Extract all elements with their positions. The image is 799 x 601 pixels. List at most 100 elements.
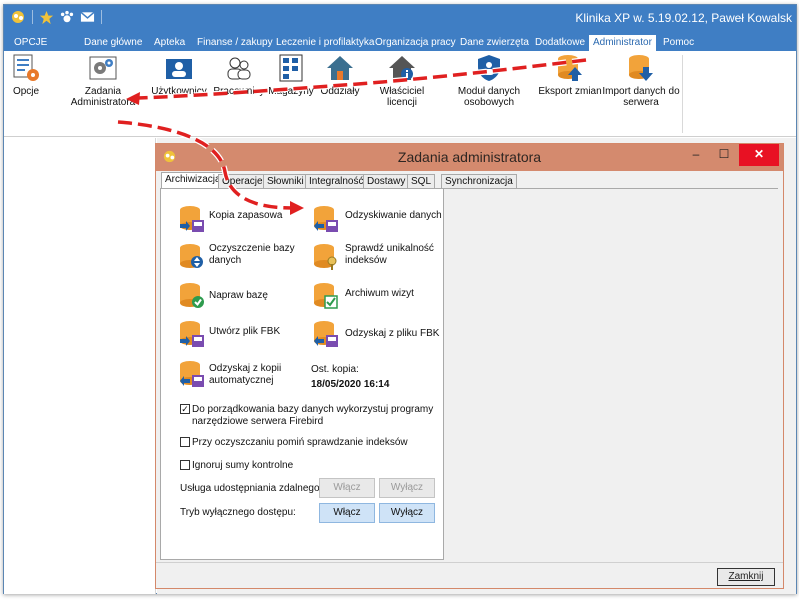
ribbon: Opcje Zadania Administratora Użytkownicy…: [4, 51, 796, 137]
tab-synchronizacja[interactable]: Synchronizacja: [441, 174, 517, 189]
menu-bar: OPCJE Dane główne Apteka Finanse / zakup…: [4, 33, 796, 51]
odzyskaj-z-pliku-fbk-action[interactable]: Odzyskaj z pliku FBK: [345, 328, 439, 340]
last-copy-value: 18/05/2020 16:14: [311, 379, 390, 390]
exclusive-disable-button[interactable]: Wyłącz: [379, 503, 435, 523]
pracownicy-label: Pracownicy: [213, 86, 265, 97]
modul-label-line1: Moduł danych: [457, 86, 521, 97]
database-archive-icon[interactable]: [311, 281, 341, 311]
import-label-line2: serwera: [623, 97, 659, 108]
close-icon[interactable]: ✕: [739, 144, 779, 166]
left-pane: [4, 138, 156, 594]
ignoruj-sumy-checkbox[interactable]: Ignoruj sumy kontrolne: [180, 460, 440, 472]
remote-enable-button[interactable]: Włącz: [319, 478, 375, 498]
kopia-zapasowa-action[interactable]: Kopia zapasowa: [209, 210, 282, 222]
odzyskaj-z-kopii-automatycznej-action[interactable]: Odzyskaj z kopii automatycznej: [209, 363, 281, 387]
remote-disable-button[interactable]: Wyłącz: [379, 478, 435, 498]
menu-apteka[interactable]: Apteka: [150, 35, 189, 51]
zadania-label-line1: Zadania: [84, 86, 122, 97]
tab-slowniki[interactable]: Słowniki: [263, 174, 308, 189]
minimize-button[interactable]: –: [683, 144, 709, 166]
close-button[interactable]: Zamknij: [717, 568, 775, 586]
utworz-plik-fbk-action[interactable]: Utwórz plik FBK: [209, 326, 280, 338]
import-label-line1: Import danych do: [602, 86, 680, 97]
sprawdz-line2: indeksów: [345, 255, 387, 266]
database-backup-icon[interactable]: [177, 204, 207, 234]
firebird-checkbox[interactable]: ✓ Do porządkowania bazy danych wykorzyst…: [180, 404, 440, 428]
restore-auto-icon[interactable]: [177, 359, 207, 389]
opcje-label: Opcje: [12, 86, 40, 97]
last-copy-label: Ost. kopia:: [311, 364, 359, 375]
ignoruj-sumy-label: Ignoruj sumy kontrolne: [192, 460, 294, 471]
oddzialy-button[interactable]: Oddziały: [316, 53, 364, 97]
remote-sharing-label: Usługa udostępniania zdalnego:: [180, 483, 323, 494]
oczyszczenie-line2: danych: [209, 255, 242, 266]
create-fbk-icon[interactable]: [177, 319, 207, 349]
firebird-label-line1: Do porządkowania bazy danych wykorzystuj…: [192, 404, 434, 415]
pomin-indeksy-checkbox-box[interactable]: [180, 437, 190, 447]
menu-finanse[interactable]: Finanse / zakupy: [193, 35, 277, 51]
oddzialy-label: Oddziały: [320, 86, 360, 97]
menu-dane-glowne[interactable]: Dane główne: [80, 35, 146, 51]
exclusive-enable-button[interactable]: Włącz: [319, 503, 375, 523]
database-repair-icon[interactable]: [177, 281, 207, 311]
restore-fbk-icon[interactable]: [311, 319, 341, 349]
napraw-baze-action[interactable]: Napraw bazę: [209, 290, 268, 302]
maximize-button[interactable]: ☐: [711, 144, 737, 166]
menu-dane-zwierzeta[interactable]: Dane zwierzęta: [456, 35, 533, 51]
app-logo-icon[interactable]: [10, 9, 26, 25]
firebird-label-line2: narzędziowe serwera Firebird: [192, 416, 324, 427]
archiwum-wizyt-action[interactable]: Archiwum wizyt: [345, 288, 414, 300]
oczyszczenie-bazy-action[interactable]: Oczyszczenie bazy danych: [209, 243, 295, 267]
zadania-administratora-button[interactable]: Zadania Administratora: [66, 53, 140, 108]
modul-danych-osobowych-button[interactable]: Moduł danych osobowych: [450, 53, 528, 108]
tab-strip-line: [444, 188, 778, 189]
menu-leczenie[interactable]: Leczenie i profilaktyka: [272, 35, 378, 51]
users-icon: [166, 59, 192, 79]
odzyskiwanie-danych-action[interactable]: Odzyskiwanie danych: [345, 210, 442, 222]
opcje-button[interactable]: Opcje: [6, 53, 46, 97]
ribbon-separator: [682, 55, 683, 133]
tab-archiwizacja[interactable]: Archiwizacja: [161, 172, 225, 189]
house-icon: [327, 56, 353, 80]
menu-organizacja[interactable]: Organizacja pracy: [371, 35, 460, 51]
archiwizacja-panel: Kopia zapasowa Odzyskiwanie danych Oczys…: [160, 188, 444, 560]
wlasciciel-label: Właściciel licencji: [379, 86, 425, 108]
mail-icon[interactable]: [80, 11, 95, 23]
database-compact-icon[interactable]: [177, 242, 207, 272]
magazyny-button[interactable]: Magazyny: [267, 53, 315, 97]
dialog-title-bar: Zadania administratora – ☐ ✕: [156, 144, 783, 171]
uzytkownicy-button[interactable]: Użytkownicy: [150, 53, 208, 97]
app-title: Klinika XP w. 5.19.02.12, Paweł Kowalsk: [575, 11, 792, 25]
database-restore-icon[interactable]: [311, 204, 341, 234]
admin-tasks-dialog: Zadania administratora – ☐ ✕ Archiwizacj…: [155, 143, 784, 589]
pracownicy-button[interactable]: Pracownicy: [211, 53, 267, 97]
sprawdz-unikalnosc-action[interactable]: Sprawdź unikalność indeksów: [345, 243, 434, 267]
pomin-indeksy-label: Przy oczyszczaniu pomiń sprawdzanie inde…: [192, 437, 408, 448]
ignoruj-sumy-checkbox-box[interactable]: [180, 460, 190, 470]
title-bar: Klinika XP w. 5.19.02.12, Paweł Kowalsk: [4, 5, 796, 33]
database-download-icon: [629, 55, 653, 81]
paw-icon[interactable]: [60, 10, 74, 24]
firebird-checkbox-label: Do porządkowania bazy danych wykorzystuj…: [180, 404, 440, 428]
zadania-label-line2: Administratora: [70, 97, 136, 108]
menu-administrator[interactable]: Administrator: [589, 35, 656, 51]
house-info-icon: [389, 56, 415, 80]
menu-dodatkowe[interactable]: Dodatkowe: [531, 35, 589, 51]
tab-operacje[interactable]: Operacje: [218, 174, 267, 189]
eksport-zmian-button[interactable]: Eksport zmian: [538, 53, 602, 97]
tab-sql[interactable]: SQL: [407, 174, 436, 189]
database-key-icon[interactable]: [311, 242, 341, 272]
menu-pomoc[interactable]: Pomoc: [659, 35, 698, 51]
uzytkownicy-label: Użytkownicy: [151, 86, 207, 97]
shield-icon: [478, 55, 500, 81]
warehouse-icon: [279, 54, 303, 82]
gears-icon: [89, 56, 117, 80]
tab-integralnosc[interactable]: Integralność: [305, 174, 368, 189]
wlasciciel-licencji-button[interactable]: Właściciel licencji: [364, 53, 440, 108]
pomin-indeksy-checkbox[interactable]: Przy oczyszczaniu pomiń sprawdzanie inde…: [180, 437, 440, 449]
star-icon[interactable]: [39, 10, 54, 25]
import-danych-button[interactable]: Import danych do serwera: [602, 53, 680, 108]
menu-opcje[interactable]: OPCJE: [10, 35, 51, 51]
firebird-checkbox-box[interactable]: ✓: [180, 404, 190, 414]
tab-dostawy[interactable]: Dostawy: [363, 174, 410, 189]
